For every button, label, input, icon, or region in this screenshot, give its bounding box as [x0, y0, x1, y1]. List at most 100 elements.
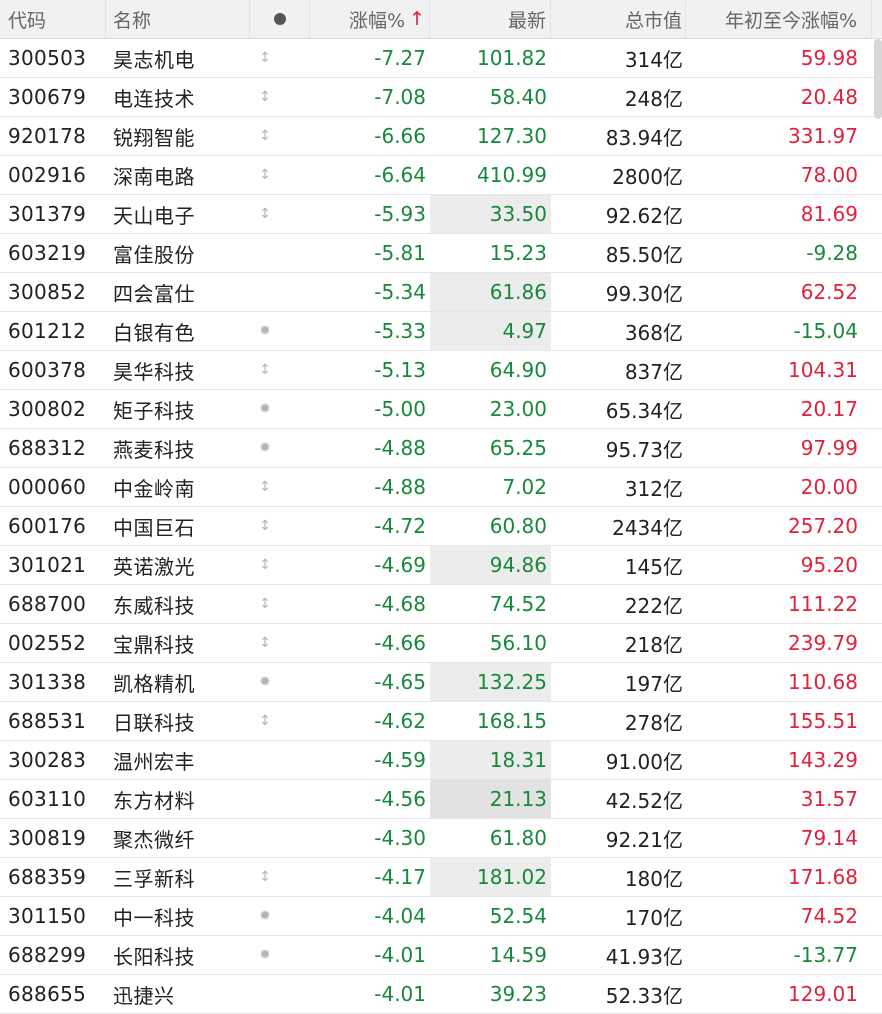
stock-name: 凯格精机 [113, 671, 195, 696]
last-price: 60.80 [489, 514, 547, 538]
market-cap: 85.50亿 [605, 242, 683, 267]
table-row[interactable]: 300679 电连技术 ↕ -7.08 58.40 248亿 20.48 [0, 78, 882, 117]
column-header-name[interactable]: 名称 [106, 0, 250, 38]
table-row[interactable]: 688655 迅捷兴 -4.01 39.23 52.33亿 129.01 [0, 975, 882, 1014]
last-price: 64.90 [489, 358, 547, 382]
change-percent: -4.72 [374, 514, 426, 538]
ytd-change: 110.68 [788, 670, 858, 694]
row-flag [250, 819, 310, 857]
table-row[interactable]: 600378 昊华科技 ↕ -5.13 64.90 837亿 104.31 [0, 351, 882, 390]
table-row[interactable]: 603110 东方材料 -4.56 21.13 42.52亿 31.57 [0, 780, 882, 819]
stock-code: 000060 [8, 475, 87, 499]
table-row[interactable]: 002552 宝鼎科技 ↕ -4.66 56.10 218亿 239.79 [0, 624, 882, 663]
last-price: 14.59 [489, 943, 547, 967]
stock-code: 600176 [8, 514, 87, 538]
table-row[interactable]: 300503 昊志机电 ↕ -7.27 101.82 314亿 59.98 [0, 39, 882, 78]
ytd-change: 171.68 [788, 865, 858, 889]
row-flag [250, 741, 310, 779]
market-cap: 2434亿 [612, 515, 683, 540]
ytd-change: 155.51 [788, 709, 858, 733]
market-cap: 95.73亿 [605, 437, 683, 462]
change-percent: -4.65 [374, 670, 426, 694]
stock-code: 603110 [8, 787, 87, 811]
row-flag: ↕ [250, 156, 310, 194]
column-header-ytd[interactable]: 年初至今涨幅% [686, 0, 872, 38]
table-row[interactable]: 688531 日联科技 ↕ -4.62 168.15 278亿 155.51 [0, 702, 882, 741]
row-flag: ↕ [250, 195, 310, 233]
table-row[interactable]: 300283 温州宏丰 -4.59 18.31 91.00亿 143.29 [0, 741, 882, 780]
row-flag: ↕ [250, 39, 310, 77]
change-percent: -5.13 [374, 358, 426, 382]
table-row[interactable]: 301338 凯格精机 ✹ -4.65 132.25 197亿 110.68 [0, 663, 882, 702]
table-row[interactable]: 688312 燕麦科技 ✹ -4.88 65.25 95.73亿 97.99 [0, 429, 882, 468]
row-flag: ↕ [250, 351, 310, 389]
row-flag: ✹ [250, 312, 310, 350]
status-flag-icon: ✹ [259, 947, 271, 963]
row-flag: ↕ [250, 546, 310, 584]
table-row[interactable]: 002916 深南电路 ↕ -6.64 410.99 2800亿 78.00 [0, 156, 882, 195]
stock-code: 301021 [8, 553, 87, 577]
change-percent: -4.62 [374, 709, 426, 733]
stock-code: 688312 [8, 436, 87, 460]
table-row[interactable]: 000060 中金岭南 ↕ -4.88 7.02 312亿 20.00 [0, 468, 882, 507]
row-flag: ✹ [250, 390, 310, 428]
row-flag: ✹ [250, 429, 310, 467]
ytd-change: 79.14 [800, 826, 858, 850]
table-row[interactable]: 301021 英诺激光 ↕ -4.69 94.86 145亿 95.20 [0, 546, 882, 585]
change-percent: -4.69 [374, 553, 426, 577]
status-flag-icon: ↕ [259, 89, 271, 105]
table-row[interactable]: 603219 富佳股份 -5.81 15.23 85.50亿 -9.28 [0, 234, 882, 273]
table-row[interactable]: 688700 东威科技 ↕ -4.68 74.52 222亿 111.22 [0, 585, 882, 624]
scrollbar-thumb[interactable] [874, 39, 882, 119]
dot-icon [273, 13, 286, 25]
change-percent: -4.17 [374, 865, 426, 889]
ytd-change: 81.69 [800, 202, 858, 226]
market-cap: 2800亿 [612, 164, 683, 189]
table-row[interactable]: 300852 四会富仕 -5.34 61.86 99.30亿 62.52 [0, 273, 882, 312]
table-header: 代码 名称 涨幅% ↑ 最新 总市值 年初至今涨幅% [0, 0, 882, 39]
table-row[interactable]: 601212 白银有色 ✹ -5.33 4.97 368亿 -15.04 [0, 312, 882, 351]
status-flag-icon: ↕ [259, 557, 271, 573]
stock-name: 四会富仕 [113, 281, 195, 306]
change-percent: -4.68 [374, 592, 426, 616]
stock-code: 920178 [8, 124, 87, 148]
row-flag: ↕ [250, 117, 310, 155]
table-row[interactable]: 600176 中国巨石 ↕ -4.72 60.80 2434亿 257.20 [0, 507, 882, 546]
last-price: 65.25 [489, 436, 547, 460]
stock-name: 中金岭南 [113, 476, 195, 501]
stock-name: 中国巨石 [113, 515, 195, 540]
status-flag-icon: ✹ [259, 674, 271, 690]
table-row[interactable]: 920178 锐翔智能 ↕ -6.66 127.30 83.94亿 331.97 [0, 117, 882, 156]
stock-code: 301150 [8, 904, 87, 928]
column-header-last[interactable]: 最新 [430, 0, 551, 38]
last-price: 33.50 [430, 195, 551, 233]
column-header-market-cap[interactable]: 总市值 [551, 0, 686, 38]
table-row[interactable]: 300802 矩子科技 ✹ -5.00 23.00 65.34亿 20.17 [0, 390, 882, 429]
last-price: 94.86 [430, 546, 551, 584]
stock-name: 宝鼎科技 [113, 632, 195, 657]
table-row[interactable]: 688299 长阳科技 ✹ -4.01 14.59 41.93亿 -13.77 [0, 936, 882, 975]
market-cap: 170亿 [624, 905, 683, 930]
column-header-change[interactable]: 涨幅% ↑ [310, 0, 430, 38]
change-percent: -4.88 [374, 436, 426, 460]
stock-name: 东方材料 [113, 788, 195, 813]
change-percent: -5.81 [374, 241, 426, 265]
table-row[interactable]: 688359 三孚新科 ↕ -4.17 181.02 180亿 171.68 [0, 858, 882, 897]
stock-name: 迅捷兴 [113, 983, 175, 1008]
column-header-code[interactable]: 代码 [0, 0, 106, 38]
stock-name: 昊华科技 [113, 359, 195, 384]
market-cap: 99.30亿 [605, 281, 683, 306]
stock-code: 300503 [8, 46, 87, 70]
table-row[interactable]: 301150 中一科技 ✹ -4.04 52.54 170亿 74.52 [0, 897, 882, 936]
ytd-change: -9.28 [806, 241, 858, 265]
column-header-flag[interactable] [250, 0, 310, 38]
table-row[interactable]: 300819 聚杰微纤 -4.30 61.80 92.21亿 79.14 [0, 819, 882, 858]
ytd-change: 257.20 [788, 514, 858, 538]
change-percent: -4.56 [374, 787, 426, 811]
market-cap: 314亿 [624, 47, 683, 72]
table-row[interactable]: 301379 天山电子 ↕ -5.93 33.50 92.62亿 81.69 [0, 195, 882, 234]
row-flag [250, 975, 310, 1013]
last-price: 58.40 [489, 85, 547, 109]
ytd-change: 20.17 [800, 397, 858, 421]
stock-name: 聚杰微纤 [113, 827, 195, 852]
